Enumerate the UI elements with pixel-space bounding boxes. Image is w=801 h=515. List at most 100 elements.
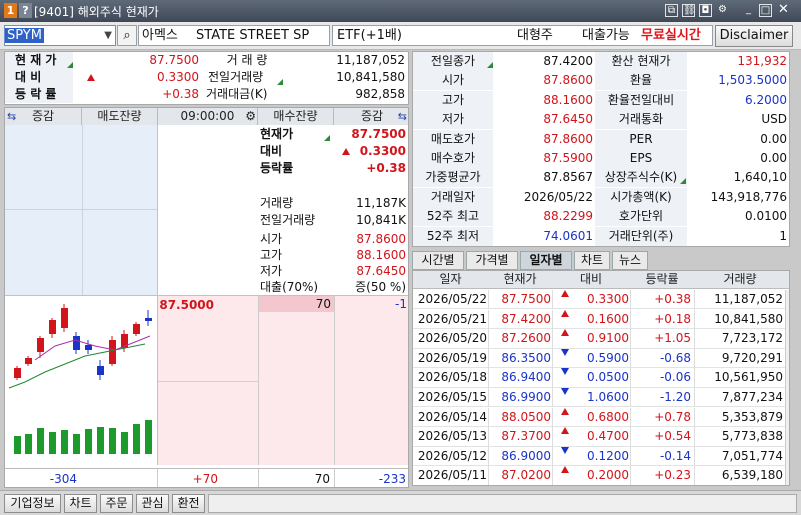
minimize-icon[interactable]: _ [742,4,755,17]
change-rate: +0.38 [162,87,199,101]
summary-price-label: 현재가 [260,127,294,141]
camera-icon[interactable]: ◘ [699,4,712,17]
detail-label-left: 시가 [413,71,493,91]
gear-icon[interactable]: ⚙ [245,108,256,125]
detail-label-left: 52주 최고 [413,207,493,227]
chart-button[interactable]: 차트 [64,494,97,513]
table-row[interactable]: 2026/05/15 86.9900 1.0600 -1.20 7,877,234 [413,388,789,408]
symbol-text: SPYM [5,28,44,43]
watchlist-button[interactable]: 관심 [136,494,169,513]
row-price: 86.9400 [501,370,551,385]
maximize-icon[interactable]: □ [759,4,772,17]
row-rate: -0.06 [659,370,691,385]
detail-label-right: 호가단위 [595,207,687,227]
volume-bar [133,424,140,454]
detail-value-right: 1 [779,228,787,243]
detail-value-left: 2026/05/22 [523,189,593,204]
row-volume: 5,353,879 [721,409,783,424]
detail-label-left: 저가 [413,110,493,130]
detail-value-left: 87.8567 [543,170,593,185]
bid-change-area: -1 [334,295,408,465]
header-ask-qty: 매도잔량 [82,108,158,125]
tab-chart[interactable]: 차트 [574,251,610,270]
detail-label-left: 거래일자 [413,187,493,207]
table-row[interactable]: 2026/05/21 87.4200 0.1600 +0.18 10,841,580 [413,309,789,329]
row-rate: +0.54 [654,429,691,444]
daily-scrollbar[interactable] [785,290,789,485]
table-row[interactable]: 2026/05/22 87.7500 0.3300 +0.38 11,187,052 [413,290,789,310]
table-row[interactable]: 2026/05/13 87.3700 0.4700 +0.54 5,773,838 [413,427,789,447]
column-divider [630,309,631,329]
tab-price[interactable]: 가격별 [466,251,518,270]
summary-low-label: 저가 [260,264,283,278]
row-change: 0.1600 [587,311,629,326]
daily-table-header: 일자 현재가 대비 등락률 거래량 [413,271,789,289]
tab-news[interactable]: 뉴스 [612,251,648,270]
table-row[interactable]: 2026/05/20 87.2600 0.9100 +1.05 7,723,172 [413,329,789,349]
row-rate: +0.18 [654,311,691,326]
bid-qty[interactable]: 70 [259,296,331,312]
row-price: 87.2600 [501,331,551,346]
row-date: 2026/05/11 [417,468,487,483]
summary-low: 87.6450 [356,264,406,278]
candle [49,320,56,334]
link-icon[interactable]: ⛓ [682,4,696,17]
help-icon[interactable]: ? [19,3,32,18]
detail-value-left: 87.6450 [543,112,593,127]
column-divider [694,329,695,349]
row-rate: -1.20 [659,390,691,404]
row-price: 88.0500 [501,409,551,424]
bid-price[interactable]: 87.5000 [158,297,214,313]
order-button[interactable]: 주문 [100,494,133,513]
column-divider [694,348,695,368]
realtime-badge[interactable]: 무료실시간 [641,26,701,45]
chevron-down-icon[interactable]: ▼ [104,26,112,45]
candle [73,336,80,350]
copy-icon[interactable]: ⧉ [665,4,678,17]
row-date: 2026/05/15 [417,390,487,404]
column-divider [694,388,695,407]
tab-time[interactable]: 시간별 [412,251,464,270]
detail-panel: 전일종가 87.4200 환산 현재가 131,932 시가 87.8600 환율 1,503… [412,51,790,247]
disclaimer-button[interactable]: Disclaimer [715,25,793,47]
corner-mark-icon [680,178,686,184]
detail-label-left: 가중평균가 [413,168,493,188]
column-divider [552,348,553,368]
mini-candle-chart[interactable] [5,295,157,465]
search-icon[interactable]: ⌕ [117,25,137,46]
row-volume: 10,561,950 [714,370,783,385]
close-icon[interactable]: ✕ [777,3,790,17]
bottom-bar: 기업정보 차트 주문 관심 환전 [0,490,801,515]
column-divider [630,368,631,388]
loan-status: 대출가능 [582,28,630,43]
row-price: 87.7500 [501,292,551,306]
company-info-button[interactable]: 기업정보 [4,494,61,513]
volume: 11,187,052 [336,53,405,67]
column-divider [488,329,489,349]
detail-value-left: 87.8600 [543,131,593,146]
margin-ratio-label: 증(50 %) [355,280,406,294]
table-row[interactable]: 2026/05/19 86.3500 0.5900 -0.68 9,720,291 [413,348,789,369]
symbol-input[interactable]: SPYM ▼ [4,25,116,46]
row-rate: -0.68 [659,350,691,365]
orderbook-panel: ⇆ 증감 매도잔량 09:00:00 ⚙ 매수잔량 증감 ⇆ 현재가 87.75… [4,107,409,488]
tab-daily[interactable]: 일자별 [520,251,572,270]
swap-icon[interactable]: ⇆ [398,108,407,125]
table-row[interactable]: 2026/05/14 88.0500 0.6800 +0.78 5,353,879 [413,407,789,427]
daily-table: 일자 현재가 대비 등락률 거래량 2026/05/22 87.7500 0.330… [412,270,790,486]
total-bid: 70 [314,472,330,486]
column-divider [694,290,695,309]
exchange-button[interactable]: 환전 [172,494,205,513]
table-row[interactable]: 2026/05/18 86.9400 0.0500 -0.06 10,561,950 [413,368,789,388]
table-row[interactable]: 2026/05/11 87.0200 0.2000 +0.23 6,539,180 [413,466,789,485]
table-row[interactable]: 2026/05/12 86.9000 0.1200 -0.14 7,051,774 [413,446,789,467]
detail-value-right: 0.00 [760,131,787,146]
detail-label-right: EPS [595,149,687,168]
detail-label-left: 매도호가 [413,129,493,149]
swap-icon[interactable]: ⇆ [7,108,16,125]
column-divider [488,290,489,309]
screen-number-badge[interactable]: 1 [4,3,17,18]
header-ask-change: 증감 [31,109,55,123]
gear-icon[interactable]: ⚙ [716,4,729,17]
detail-value-left: 87.8600 [543,73,593,88]
